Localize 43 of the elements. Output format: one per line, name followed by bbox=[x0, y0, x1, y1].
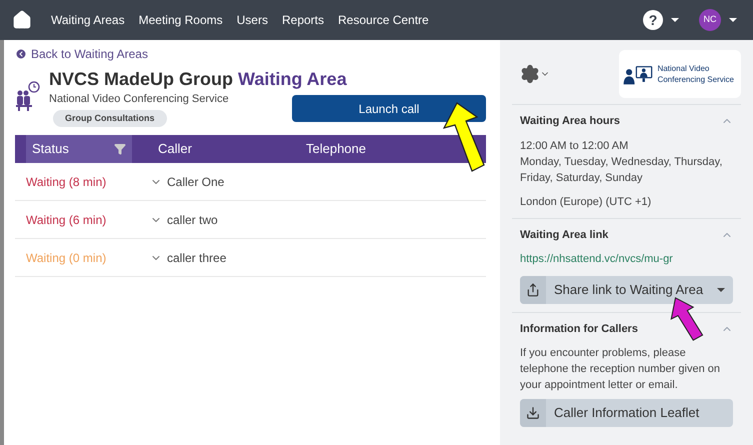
hours-text: 12:00 AM to 12:00 AM bbox=[520, 138, 630, 154]
user-avatar[interactable]: NC bbox=[699, 9, 721, 31]
dropdown-caret-icon bbox=[671, 18, 679, 22]
status-text: Waiting (8 min) bbox=[25, 174, 108, 190]
column-header[interactable]: Caller bbox=[132, 139, 306, 159]
nav-link[interactable]: Reports bbox=[274, 11, 332, 29]
hours-text: Monday, Tuesday, Wednesday, Thursday, Friday, Saturday, Sunday bbox=[520, 154, 724, 186]
organisation-name: National Video Conferencing Service bbox=[49, 92, 229, 107]
nav-link[interactable]: Resource Centre bbox=[331, 11, 436, 29]
back-icon bbox=[15, 48, 27, 60]
caller-name[interactable]: Caller One bbox=[167, 172, 224, 190]
status-text: Waiting (6 min) bbox=[25, 212, 108, 228]
group-badge: Group Consultations bbox=[53, 110, 166, 127]
waiting-area-url[interactable]: https://nhsattend.vc/nvcs/mu-gr bbox=[520, 251, 733, 268]
caller-name[interactable]: caller two bbox=[167, 210, 218, 228]
settings-icon[interactable] bbox=[520, 64, 540, 84]
nav-link[interactable]: Meeting Rooms bbox=[132, 11, 230, 29]
nav-link[interactable]: Waiting Areas bbox=[44, 11, 132, 29]
home-icon[interactable] bbox=[12, 10, 32, 30]
page-title: NVCS MadeUp Group Waiting Area bbox=[49, 68, 348, 91]
launch-call-button[interactable]: Launch call bbox=[292, 95, 486, 122]
download-icon bbox=[526, 406, 540, 420]
logo-text: National Video Conferencing Service bbox=[657, 63, 735, 85]
share-icon bbox=[526, 282, 540, 296]
status-text: Waiting (0 min) bbox=[25, 250, 108, 266]
timezone-text: London (Europe) (UTC +1) bbox=[520, 194, 652, 210]
section-title[interactable]: Information for Callers bbox=[520, 320, 638, 337]
column-header[interactable]: Telephone bbox=[306, 139, 366, 159]
annotation-arrow bbox=[443, 102, 485, 172]
info-paragraph: If you encounter problems, please telephone the reception number given on your appointment letter or email. bbox=[520, 346, 721, 393]
dropdown-caret-icon bbox=[717, 288, 725, 292]
section-title[interactable]: Waiting Area hours bbox=[520, 113, 620, 130]
section-title[interactable]: Waiting Area link bbox=[520, 226, 608, 243]
caller-name[interactable]: caller three bbox=[167, 248, 226, 266]
dropdown-caret-icon bbox=[729, 18, 737, 22]
column-header[interactable]: Status bbox=[26, 135, 132, 163]
help-icon[interactable]: ? bbox=[643, 10, 663, 30]
waiting-room-icon bbox=[15, 81, 41, 111]
filter-icon bbox=[114, 143, 126, 155]
share-link-button[interactable]: Share link to Waiting Area bbox=[520, 276, 733, 304]
leaflet-button[interactable]: Caller Information Leaflet bbox=[520, 399, 733, 427]
nav-link[interactable]: Users bbox=[230, 11, 275, 29]
back-link[interactable]: Back to Waiting Areas bbox=[15, 45, 486, 63]
